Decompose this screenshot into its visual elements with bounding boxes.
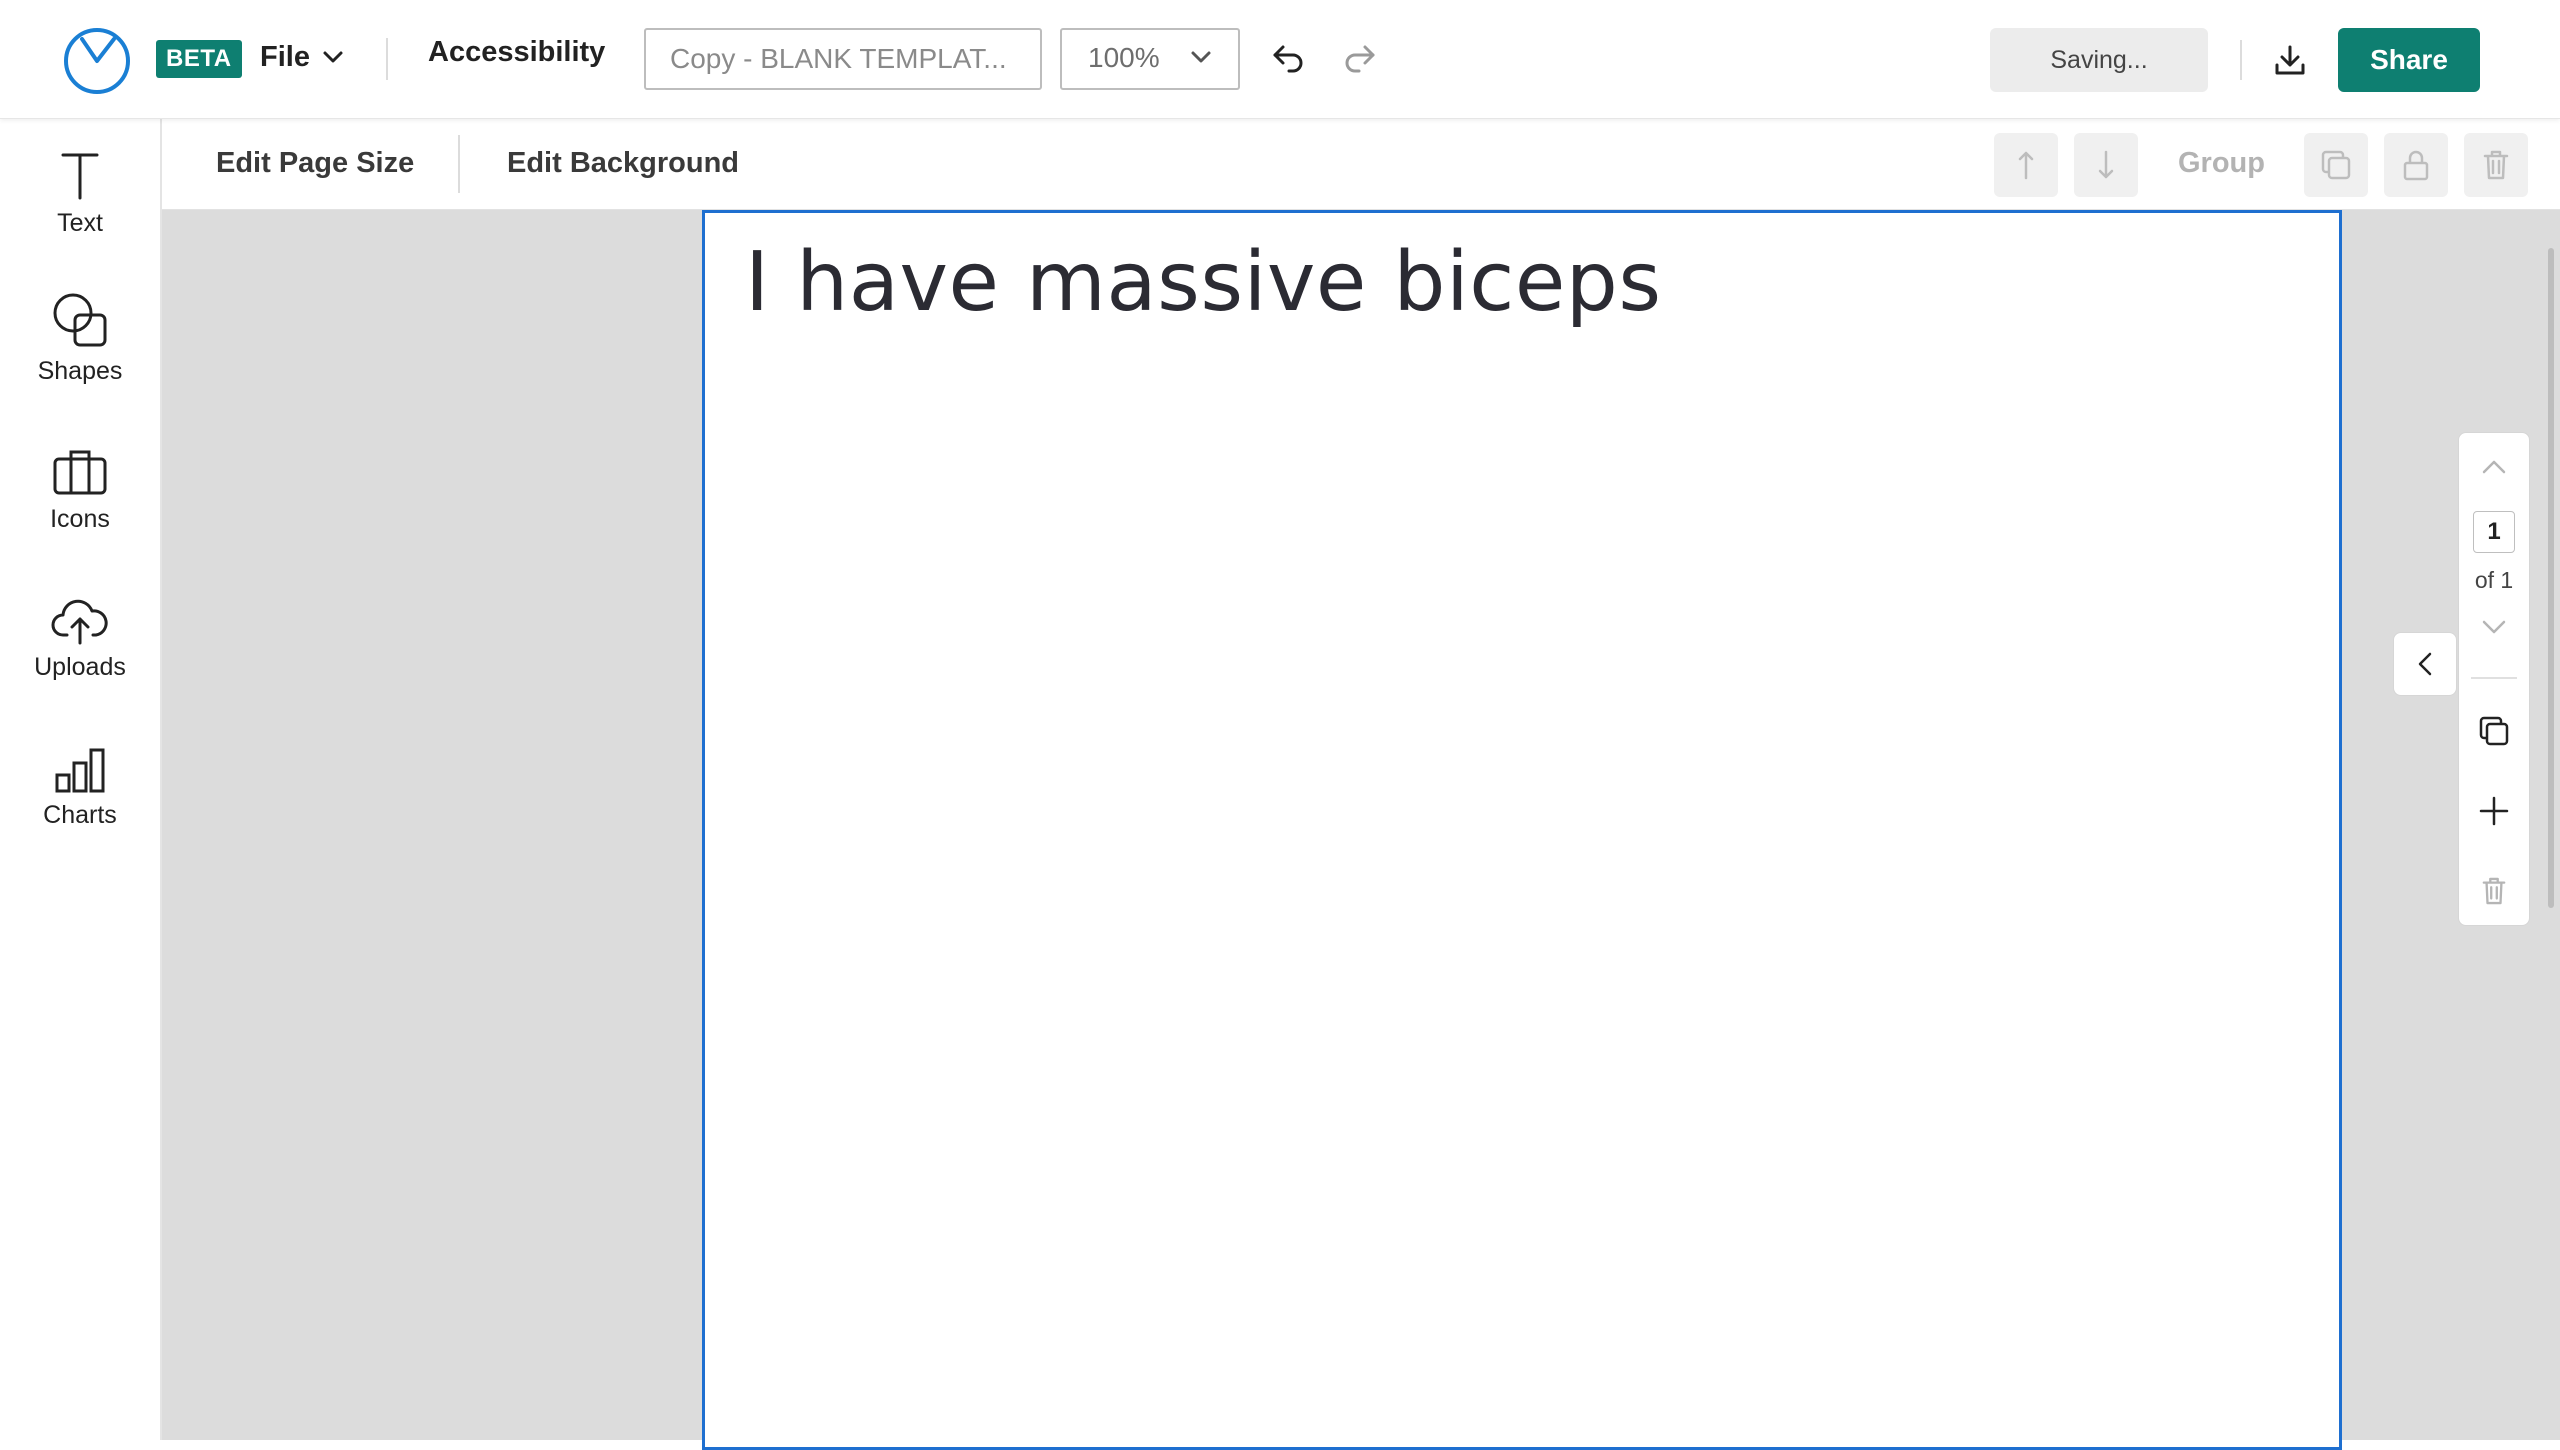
divider: [2471, 677, 2517, 679]
next-page-button[interactable]: [2459, 605, 2529, 649]
copy-icon: [2321, 150, 2351, 180]
chevron-down-icon: [1191, 51, 1211, 63]
edit-page-size-button[interactable]: Edit Page Size: [216, 147, 414, 180]
undo-icon: [1273, 45, 1303, 73]
sidebar-item-uploads[interactable]: Uploads: [0, 583, 160, 713]
sidebar-item-label: Uploads: [34, 653, 126, 681]
document-title-input[interactable]: Copy - BLANK TEMPLAT...: [644, 28, 1042, 90]
duplicate-page-button[interactable]: [2459, 707, 2529, 755]
chevron-down-icon: [2482, 620, 2506, 634]
zoom-select[interactable]: 100%: [1060, 28, 1240, 90]
chevron-left-icon: [2418, 652, 2432, 676]
sidebar-item-shapes[interactable]: Shapes: [0, 287, 160, 417]
divider: [386, 38, 388, 80]
redo-button[interactable]: [1338, 36, 1382, 80]
left-sidebar: Text Shapes Icons Uploads Charts: [0, 119, 162, 1440]
page-total-label: of 1: [2474, 566, 2514, 593]
group-button[interactable]: Group: [2178, 147, 2265, 180]
sidebar-item-label: Charts: [43, 801, 117, 829]
delete-element-button[interactable]: [2464, 133, 2528, 197]
duplicate-element-button[interactable]: [2304, 133, 2368, 197]
accessibility-button[interactable]: Accessibility: [428, 36, 605, 69]
delete-page-button[interactable]: [2459, 867, 2529, 915]
previous-page-button[interactable]: [2459, 445, 2529, 489]
page-toolbar: Edit Page Size Edit Background Group: [162, 119, 2560, 210]
chevron-up-icon: [2482, 460, 2506, 474]
canvas-text-element[interactable]: I have massive biceps: [745, 235, 1662, 330]
current-page-input[interactable]: 1: [2473, 511, 2515, 553]
lock-icon: [2403, 150, 2429, 181]
shapes-icon: [53, 293, 107, 347]
collapse-page-panel-button[interactable]: [2393, 632, 2457, 696]
beta-badge: BETA: [156, 40, 242, 78]
lock-element-button[interactable]: [2384, 133, 2448, 197]
undo-button[interactable]: [1266, 36, 1310, 80]
trash-icon: [2483, 150, 2509, 180]
sidebar-item-label: Text: [57, 209, 103, 237]
file-menu[interactable]: File: [260, 34, 344, 80]
sidebar-item-icons[interactable]: Icons: [0, 435, 160, 565]
share-button[interactable]: Share: [2338, 28, 2480, 92]
zoom-value: 100%: [1088, 42, 1160, 73]
chevron-down-icon: [323, 51, 343, 63]
arrow-down-icon: [2098, 150, 2114, 179]
briefcase-icon: [53, 450, 107, 495]
download-icon: [2275, 45, 2305, 75]
send-backward-button[interactable]: [2074, 133, 2138, 197]
saving-status: Saving...: [1990, 28, 2208, 92]
canvas-workspace: I have massive biceps: [162, 210, 2560, 1450]
download-button[interactable]: [2266, 36, 2314, 84]
sidebar-item-text[interactable]: Text: [0, 139, 160, 269]
bar-chart-icon: [55, 748, 105, 793]
sidebar-item-charts[interactable]: Charts: [0, 731, 160, 861]
cloud-upload-icon: [51, 599, 108, 645]
copy-icon: [2479, 716, 2509, 746]
trash-icon: [2482, 877, 2506, 905]
file-menu-label: File: [260, 40, 310, 73]
divider: [2240, 40, 2242, 80]
design-page[interactable]: I have massive biceps: [702, 210, 2342, 1450]
app-logo-icon[interactable]: [62, 24, 132, 94]
redo-icon: [1345, 45, 1375, 73]
page-number-cell: 1: [2459, 509, 2529, 555]
add-page-button[interactable]: [2459, 787, 2529, 835]
vertical-scrollbar[interactable]: [2548, 248, 2554, 908]
top-bar: BETA File Accessibility Copy - BLANK TEM…: [0, 0, 2560, 119]
page-navigator: 1 of 1: [2458, 432, 2530, 926]
sidebar-item-label: Shapes: [37, 357, 123, 385]
arrow-up-icon: [2018, 151, 2034, 180]
bring-forward-button[interactable]: [1994, 133, 2058, 197]
text-icon: [61, 153, 99, 200]
edit-background-button[interactable]: Edit Background: [507, 147, 739, 180]
sidebar-item-label: Icons: [50, 505, 110, 533]
divider: [458, 135, 460, 193]
page-total-cell: of 1: [2459, 563, 2529, 597]
plus-icon: [2479, 796, 2509, 826]
